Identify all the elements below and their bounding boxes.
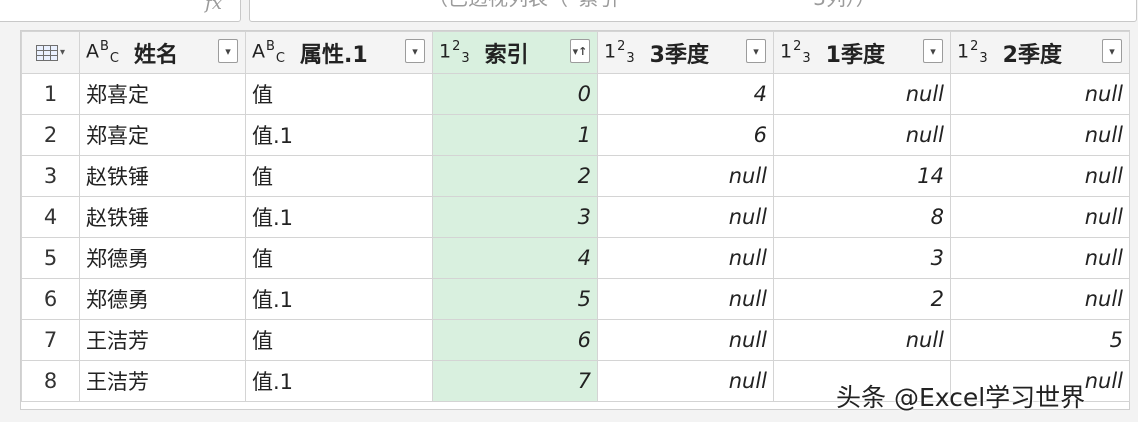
cell-q1[interactable]: null	[773, 319, 951, 361]
column-header-label: 2季度	[1002, 42, 1062, 68]
cell-name[interactable]: 郑德勇	[79, 237, 246, 279]
row-number[interactable]: 4	[21, 196, 80, 238]
cell-name[interactable]: 王洁芳	[79, 360, 246, 402]
cell-q3[interactable]: null	[597, 319, 774, 361]
cell-q1[interactable]: null	[773, 114, 951, 156]
table-menu-button[interactable]: ▾	[21, 31, 80, 74]
cell-attribute[interactable]: 值	[245, 319, 433, 361]
formula-bar: fx （已透视列表（“索引” · · · · · · · · · · · · ·…	[0, 0, 1138, 28]
cell-q1[interactable]: 2	[773, 278, 951, 320]
cell-attribute[interactable]: 值.1	[245, 360, 433, 402]
sort-ascending-button[interactable]: ▾↑	[570, 39, 590, 63]
row-number[interactable]: 2	[21, 114, 80, 156]
row-number[interactable]: 7	[21, 319, 80, 361]
cell-q1[interactable]: 8	[773, 196, 951, 238]
cell-q3[interactable]: null	[597, 237, 774, 279]
text-type-icon: ABC	[86, 38, 120, 67]
column-header-q2[interactable]: 123 2季度 ▾	[950, 31, 1130, 74]
cell-q2[interactable]: null	[950, 73, 1130, 115]
table-row: 7 王洁芳 值 6 null null 5	[21, 319, 1130, 361]
cell-q2[interactable]: 5	[950, 319, 1130, 361]
column-header-label: 姓名	[134, 42, 179, 68]
cell-index[interactable]: 6	[432, 319, 598, 361]
table-row: 2 郑喜定 值.1 1 6 null null	[21, 114, 1130, 156]
watermark: 头条 @Excel学习世界	[836, 383, 1086, 412]
number-type-icon: 123	[780, 38, 812, 67]
cell-name[interactable]: 赵铁锤	[79, 155, 246, 197]
table-row: 1 郑喜定 值 0 4 null null	[21, 73, 1130, 115]
cell-attribute[interactable]: 值.1	[245, 114, 433, 156]
column-header-attribute[interactable]: ABC 属性.1 ▾	[245, 31, 433, 74]
cell-attribute[interactable]: 值	[245, 237, 433, 279]
text-type-icon: ABC	[252, 38, 286, 67]
cell-q3[interactable]: 4	[597, 73, 774, 115]
filter-dropdown-button[interactable]: ▾	[405, 39, 425, 63]
column-header-name[interactable]: ABC 姓名 ▾	[79, 31, 246, 74]
filter-dropdown-button[interactable]: ▾	[923, 39, 943, 63]
table-row: 5 郑德勇 值 4 null 3 null	[21, 237, 1130, 279]
row-number[interactable]: 1	[21, 73, 80, 115]
row-number[interactable]: 5	[21, 237, 80, 279]
cell-name[interactable]: 赵铁锤	[79, 196, 246, 238]
row-number[interactable]: 8	[21, 360, 80, 402]
filter-dropdown-button[interactable]: ▾	[746, 39, 766, 63]
cell-q3[interactable]: null	[597, 196, 774, 238]
cell-q1[interactable]: 3	[773, 237, 951, 279]
cell-q3[interactable]: null	[597, 155, 774, 197]
cell-name[interactable]: 郑喜定	[79, 114, 246, 156]
row-number[interactable]: 6	[21, 278, 80, 320]
cell-index[interactable]: 0	[432, 73, 598, 115]
formula-controls: fx	[0, 0, 241, 22]
table-icon	[35, 44, 58, 61]
fx-icon[interactable]: fx	[205, 0, 222, 14]
cell-q2[interactable]: null	[950, 114, 1130, 156]
cell-q1[interactable]: null	[773, 73, 951, 115]
row-number[interactable]: 3	[21, 155, 80, 197]
formula-text: （已透视列表（“索引” · · · · · · · · · · · · · · …	[428, 0, 876, 11]
cell-q3[interactable]: null	[597, 278, 774, 320]
formula-input[interactable]: （已透视列表（“索引” · · · · · · · · · · · · · · …	[249, 0, 1137, 22]
cell-index[interactable]: 5	[432, 278, 598, 320]
number-type-icon: 123	[957, 38, 989, 67]
column-header-q1[interactable]: 123 1季度 ▾	[773, 31, 951, 74]
table-row: 6 郑德勇 值.1 5 null 2 null	[21, 278, 1130, 320]
column-header-index[interactable]: 123 索引 ▾↑	[432, 31, 598, 74]
cell-index[interactable]: 1	[432, 114, 598, 156]
column-header-label: 3季度	[649, 42, 709, 68]
cell-q3[interactable]: null	[597, 360, 774, 402]
cell-name[interactable]: 郑喜定	[79, 73, 246, 115]
filter-dropdown-button[interactable]: ▾	[1102, 39, 1122, 63]
cell-q2[interactable]: null	[950, 278, 1130, 320]
table-row: 4 赵铁锤 值.1 3 null 8 null	[21, 196, 1130, 238]
cell-index[interactable]: 7	[432, 360, 598, 402]
cell-q2[interactable]: null	[950, 196, 1130, 238]
cell-name[interactable]: 王洁芳	[79, 319, 246, 361]
cell-attribute[interactable]: 值.1	[245, 278, 433, 320]
cell-index[interactable]: 4	[432, 237, 598, 279]
cell-attribute[interactable]: 值	[245, 73, 433, 115]
number-type-icon: 123	[439, 38, 471, 67]
cell-attribute[interactable]: 值	[245, 155, 433, 197]
cell-q2[interactable]: null	[950, 155, 1130, 197]
chevron-down-icon: ▾	[59, 47, 66, 58]
cell-index[interactable]: 2	[432, 155, 598, 197]
filter-dropdown-button[interactable]: ▾	[218, 39, 238, 63]
column-header-label: 索引	[484, 42, 529, 68]
cell-attribute[interactable]: 值.1	[245, 196, 433, 238]
data-grid: ▾ ABC 姓名 ▾ ABC 属性.1 ▾ 123 索引 ▾↑ 123 3季度 …	[20, 30, 1130, 410]
cell-name[interactable]: 郑德勇	[79, 278, 246, 320]
table-row: 3 赵铁锤 值 2 null 14 null	[21, 155, 1130, 197]
cell-q2[interactable]: null	[950, 237, 1130, 279]
column-header-label: 属性.1	[300, 42, 368, 68]
column-header-label: 1季度	[825, 42, 885, 68]
number-type-icon: 123	[604, 38, 636, 67]
cell-index[interactable]: 3	[432, 196, 598, 238]
cell-q1[interactable]: 14	[773, 155, 951, 197]
column-header-q3[interactable]: 123 3季度 ▾	[597, 31, 774, 74]
cell-q3[interactable]: 6	[597, 114, 774, 156]
